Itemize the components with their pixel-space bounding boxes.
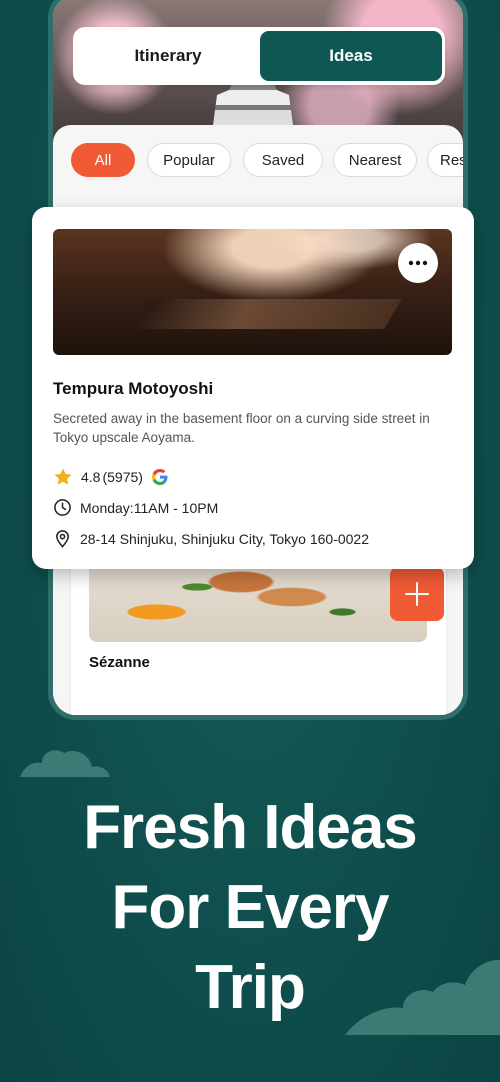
hours-row: Monday:11AM - 10PM (53, 498, 218, 517)
cloud-left-icon (20, 750, 110, 777)
rating-row: 4.8 (5975) (53, 467, 169, 487)
headline-line-3: Trip (195, 953, 306, 1022)
featured-idea-card[interactable]: Tempura Motoyoshi Secreted away in the b… (32, 207, 474, 569)
place-title: Tempura Motoyoshi (53, 379, 214, 398)
opening-hours: Monday:11AM - 10PM (80, 499, 219, 516)
star-icon (54, 468, 72, 485)
second-card-title: Sézanne (89, 654, 150, 671)
tab-itinerary[interactable]: Itinerary (77, 31, 259, 81)
chip-saved[interactable]: Saved (243, 143, 323, 177)
filter-chips: All Popular Saved Nearest Rest (71, 143, 463, 179)
promo-headline: Fresh Ideas For Every Trip (0, 788, 500, 1028)
location-pin-icon (56, 530, 69, 548)
add-button[interactable] (390, 567, 444, 621)
segmented-control: Itinerary Ideas (73, 27, 445, 85)
address-row: 28-14 Shinjuku, Shinjuku City, Tokyo 160… (53, 529, 369, 548)
ellipsis-icon (408, 260, 428, 266)
more-options-button[interactable] (398, 243, 438, 283)
place-description: Secreted away in the basement floor on a… (53, 411, 430, 445)
chip-popular[interactable]: Popular (147, 143, 231, 177)
headline-line-2: For Every (111, 873, 389, 942)
chip-all[interactable]: All (71, 143, 135, 177)
restaurant-image (53, 229, 452, 355)
chip-rest[interactable]: Rest (427, 143, 463, 177)
headline-line-1: Fresh Ideas (83, 793, 418, 862)
chip-nearest[interactable]: Nearest (333, 143, 417, 177)
dining-table-illustration (134, 299, 402, 329)
rating-value: 4.8 (81, 469, 101, 485)
clock-icon (54, 499, 71, 516)
address-text: 28-14 Shinjuku, Shinjuku City, Tokyo 160… (80, 530, 369, 547)
google-icon (151, 469, 168, 485)
tab-ideas[interactable]: Ideas (260, 31, 442, 81)
plus-icon (405, 582, 429, 606)
review-count: (5975) (102, 469, 143, 485)
